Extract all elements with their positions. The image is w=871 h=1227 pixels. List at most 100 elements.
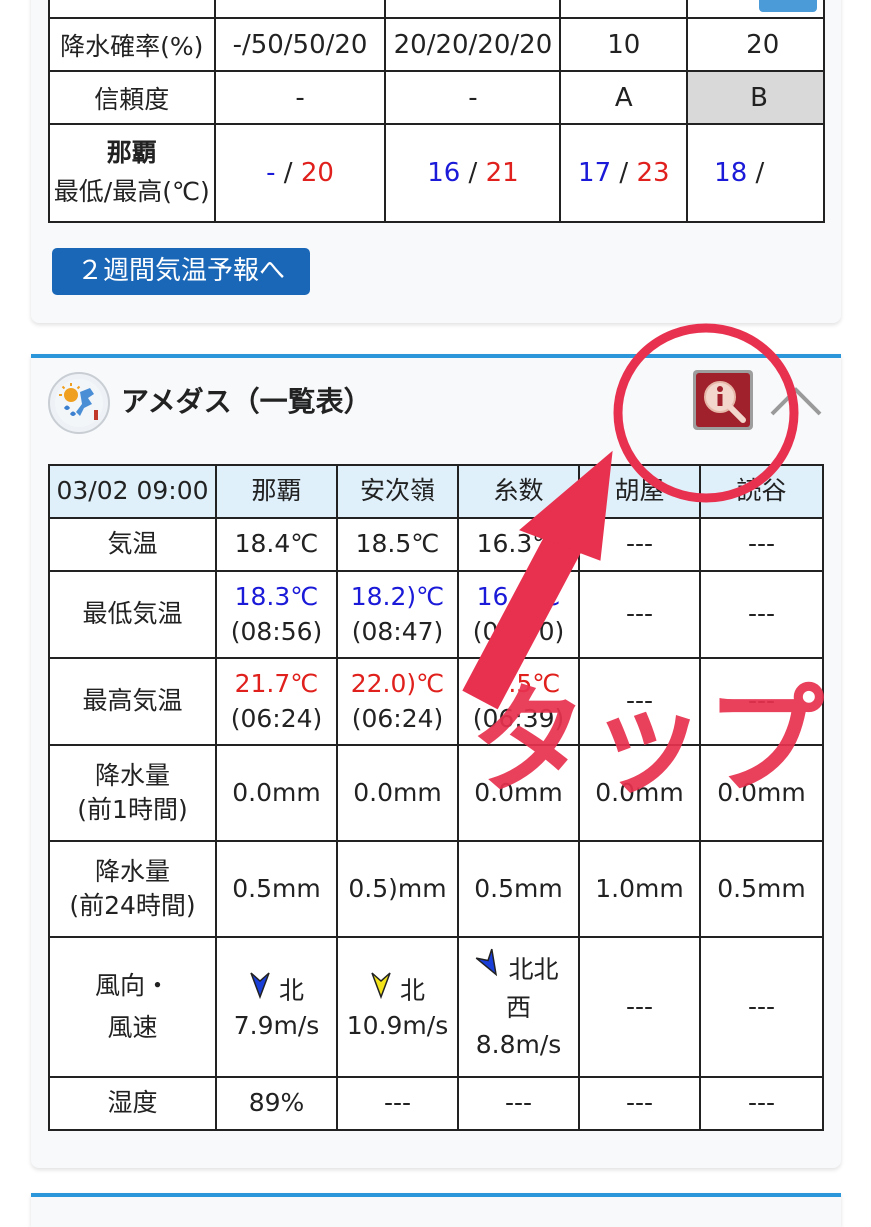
wind-direction-label: 北 (399, 976, 425, 1005)
table-cell: 北 10.9m/s (336, 936, 459, 1078)
table-cell: 0.5mm (457, 840, 580, 938)
amedas-card: アメダス（一覧表） 03/02 09:00 那覇 安次嶺 糸数 胡屋 読谷 気温… (31, 354, 841, 1168)
min-temp-value: 16.2℃ (476, 582, 561, 611)
table-cell: 0.0mm (457, 744, 580, 842)
observation-time: 03/02 09:00 (48, 464, 217, 519)
row-label: 信頼度 (48, 70, 216, 125)
amedas-table-container: 03/02 09:00 那覇 安次嶺 糸数 胡屋 読谷 気温 18.4℃ 18.… (48, 464, 824, 1131)
row-label-line: 風速 (107, 1013, 158, 1042)
min-temp-time: (09:00) (472, 616, 565, 646)
row-label: 降水量 (前24時間) (48, 840, 217, 938)
table-cell: --- (699, 517, 824, 572)
table-cell: --- (699, 570, 824, 659)
station-name[interactable]: 糸数 (457, 464, 580, 519)
table-cell: 18.5℃ (336, 517, 459, 572)
table-cell: 0.0mm (215, 744, 338, 842)
row-label: 降水確率(%) (48, 17, 216, 72)
row-label: 那覇 最低/最高(℃) (48, 123, 216, 223)
row-label: 風向・ 風速 (48, 936, 217, 1078)
table-row-precip-24h: 降水量 (前24時間) 0.5mm 0.5)mm 0.5mm 1.0mm 0.5m… (48, 840, 824, 938)
table-cell: 22.0)℃ (06:24) (336, 657, 459, 746)
amedas-table: 03/02 09:00 那覇 安次嶺 糸数 胡屋 読谷 気温 18.4℃ 18.… (48, 464, 824, 1131)
min-temp: 16 (427, 158, 461, 188)
info-icon[interactable] (693, 370, 753, 430)
row-label: 降水量 (前1時間) (48, 744, 217, 842)
table-row-min-temp: 最低気温 18.3℃ (08:56) 18.2)℃ (08:47) 16.2℃ (09… (48, 570, 824, 659)
max-temp-time: (06:24) (351, 703, 444, 733)
forecast-row-partial (48, 0, 825, 19)
wind-arrow-icon (250, 972, 270, 1000)
table-cell: - (213, 70, 387, 125)
temp-cell: 18 / (686, 123, 825, 223)
city-label: 那覇 (106, 138, 157, 168)
max-temp-value: 22.0)℃ (350, 669, 445, 698)
table-cell: 1.0mm (578, 840, 701, 938)
table-cell: 18.2)℃ (08:47) (336, 570, 459, 659)
table-cell: --- (578, 1076, 701, 1131)
station-name[interactable]: 胡屋 (578, 464, 701, 519)
station-name[interactable]: 読谷 (699, 464, 824, 519)
max-temp: 20 (300, 158, 334, 188)
table-cell: --- (457, 1076, 580, 1131)
row-label: 気温 (48, 517, 217, 572)
table-row-wind: 風向・ 風速 北 7.9m/s 北 10.9m/s 北北西 8.8m/s --- … (48, 936, 824, 1078)
table-row-precip-1h: 降水量 (前1時間) 0.0mm 0.0mm 0.0mm 0.0mm 0.0mm (48, 744, 824, 842)
row-label-line: (前24時間) (69, 891, 196, 920)
table-row-temp: 気温 18.4℃ 18.5℃ 16.3℃ --- --- (48, 517, 824, 572)
table-row-humidity: 湿度 89% --- --- --- --- (48, 1076, 824, 1131)
row-label-line: 降水量 (94, 856, 170, 886)
table-cell: A (559, 70, 689, 125)
wind-direction: 北 (338, 971, 457, 1009)
forecast-row-precip-prob: 降水確率(%) -/50/50/20 20/20/20/20 10 20 (48, 17, 825, 72)
two-week-temp-forecast-button[interactable]: ２週間気温予報へ (52, 248, 310, 295)
row-label-line: (前1時間) (77, 795, 188, 824)
row-label: 最低気温 (48, 570, 217, 659)
table-cell: 21.7℃ (06:24) (215, 657, 338, 746)
forecast-row-reliability: 信頼度 - - A B (48, 70, 825, 125)
table-cell: 18.3℃ (08:56) (215, 570, 338, 659)
table-cell: 北 7.9m/s (215, 936, 338, 1078)
table-cell: --- (578, 657, 701, 746)
min-temp-value: 18.3℃ (234, 582, 319, 611)
table-cell: 20/20/20/20 (384, 17, 562, 72)
max-temp: 21 (485, 158, 519, 188)
wind-speed: 10.9m/s (346, 1010, 449, 1040)
station-name[interactable]: 安次嶺 (336, 464, 459, 519)
temp-separator: / (755, 158, 765, 188)
temp-cell: 16 / 21 (384, 123, 562, 223)
temp-cell: 17 / 23 (559, 123, 689, 223)
max-temp-value: 21.7℃ (234, 669, 319, 698)
wind-speed: 7.9m/s (233, 1010, 320, 1040)
next-days-button[interactable]: > (759, 0, 817, 12)
station-name[interactable]: 那覇 (215, 464, 338, 519)
table-cell: -/50/50/20 (213, 17, 387, 72)
min-temp-time: (08:56) (230, 616, 323, 646)
table-cell: 16.2℃ (09:00) (457, 570, 580, 659)
row-label: 最高気温 (48, 657, 217, 746)
table-cell: --- (699, 657, 824, 746)
table-cell: --- (699, 936, 824, 1078)
forecast-table-viewport[interactable]: 降水確率(%) -/50/50/20 20/20/20/20 10 20 信頼度… (48, 0, 825, 223)
temp-cell: - / 20 (213, 123, 387, 223)
unit-label: 最低/最高(℃) (53, 177, 210, 206)
amedas-header-row: 03/02 09:00 那覇 安次嶺 糸数 胡屋 読谷 (48, 464, 824, 519)
table-cell: --- (336, 1076, 459, 1131)
max-temp: 23 (636, 158, 670, 188)
table-cell: 0.5mm (215, 840, 338, 938)
table-cell: 北北西 8.8m/s (457, 936, 580, 1078)
wind-arrow-icon (371, 972, 391, 1000)
table-cell: 0.0mm (578, 744, 701, 842)
table-cell: 10 (559, 17, 689, 72)
wind-arrow-icon (475, 949, 497, 977)
table-cell: --- (578, 936, 701, 1078)
min-temp-value: 18.2)℃ (350, 582, 445, 611)
weekly-forecast-card: 降水確率(%) -/50/50/20 20/20/20/20 10 20 信頼度… (31, 0, 841, 323)
chevron-up-icon[interactable] (768, 378, 824, 422)
next-section-card (31, 1193, 841, 1227)
table-row-max-temp: 最高気温 21.7℃ (06:24) 22.0)℃ (06:24) 19.5℃ (06… (48, 657, 824, 746)
min-temp: 18 (714, 158, 748, 188)
row-label: 湿度 (48, 1076, 217, 1131)
min-temp: - (266, 158, 276, 188)
row-label-line: 降水量 (94, 760, 170, 790)
wind-direction: 北 (217, 971, 336, 1009)
